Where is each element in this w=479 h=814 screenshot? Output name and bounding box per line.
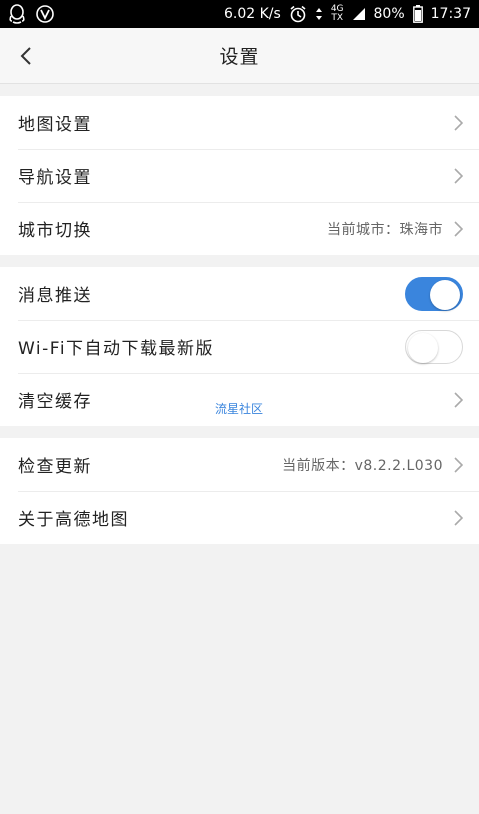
current-version-value: 当前版本：v8.2.2.L030 — [282, 457, 443, 474]
chevron-right-icon — [453, 220, 463, 237]
v-logo-icon — [36, 5, 54, 23]
page-title: 设置 — [219, 46, 260, 68]
chevron-right-icon — [453, 391, 463, 408]
current-city-value: 当前城市：珠海市 — [327, 221, 443, 238]
row-label: 检查更新 — [18, 457, 92, 477]
back-button[interactable] — [12, 42, 40, 70]
row-label: 导航设置 — [18, 168, 92, 188]
settings-group-about: 检查更新 当前版本：v8.2.2.L030 关于高德地图 — [0, 438, 479, 544]
nav-bar: 设置 — [0, 28, 479, 84]
row-city-switch[interactable]: 城市切换 当前城市：珠海市 — [0, 202, 479, 255]
toggle-knob — [430, 279, 460, 310]
signal-strength-icon — [352, 7, 366, 21]
row-label: 关于高德地图 — [18, 510, 129, 530]
chevron-right-icon — [453, 167, 463, 184]
row-label: Wi-Fi下自动下载最新版 — [18, 339, 215, 359]
row-push-notifications: 消息推送 — [0, 267, 479, 320]
row-label: 清空缓存 — [18, 392, 92, 412]
wifi-auto-download-toggle[interactable] — [405, 329, 463, 364]
chevron-right-icon — [453, 114, 463, 131]
qq-penguin-icon — [8, 4, 26, 24]
chevron-right-icon — [453, 456, 463, 473]
row-navigation-settings[interactable]: 导航设置 — [0, 149, 479, 202]
network-speed: 6.02 K/s — [223, 6, 281, 22]
push-notifications-toggle[interactable] — [405, 276, 463, 311]
row-label: 地图设置 — [18, 115, 92, 135]
row-check-update[interactable]: 检查更新 当前版本：v8.2.2.L030 — [0, 438, 479, 491]
toggle-knob — [408, 332, 438, 363]
chevron-left-icon — [20, 47, 31, 65]
status-bar: 6.02 K/s 4G TX 80% 17:37 — [0, 0, 479, 28]
row-label: 城市切换 — [18, 221, 92, 241]
battery-icon — [412, 5, 423, 23]
watermark-text: 流星社区 — [215, 402, 264, 416]
network-type: 4G TX — [330, 4, 344, 23]
battery-percent: 80% — [373, 6, 405, 22]
alarm-clock-icon — [289, 5, 307, 23]
clock-time: 17:37 — [430, 6, 471, 22]
settings-group-map: 地图设置 导航设置 城市切换 当前城市：珠海市 — [0, 96, 479, 255]
row-map-settings[interactable]: 地图设置 — [0, 96, 479, 149]
row-wifi-auto-download: Wi-Fi下自动下载最新版 — [0, 320, 479, 373]
data-arrows-icon — [315, 7, 323, 21]
chevron-right-icon — [453, 509, 463, 526]
row-about-amap[interactable]: 关于高德地图 — [0, 491, 479, 544]
row-label: 消息推送 — [18, 286, 92, 306]
